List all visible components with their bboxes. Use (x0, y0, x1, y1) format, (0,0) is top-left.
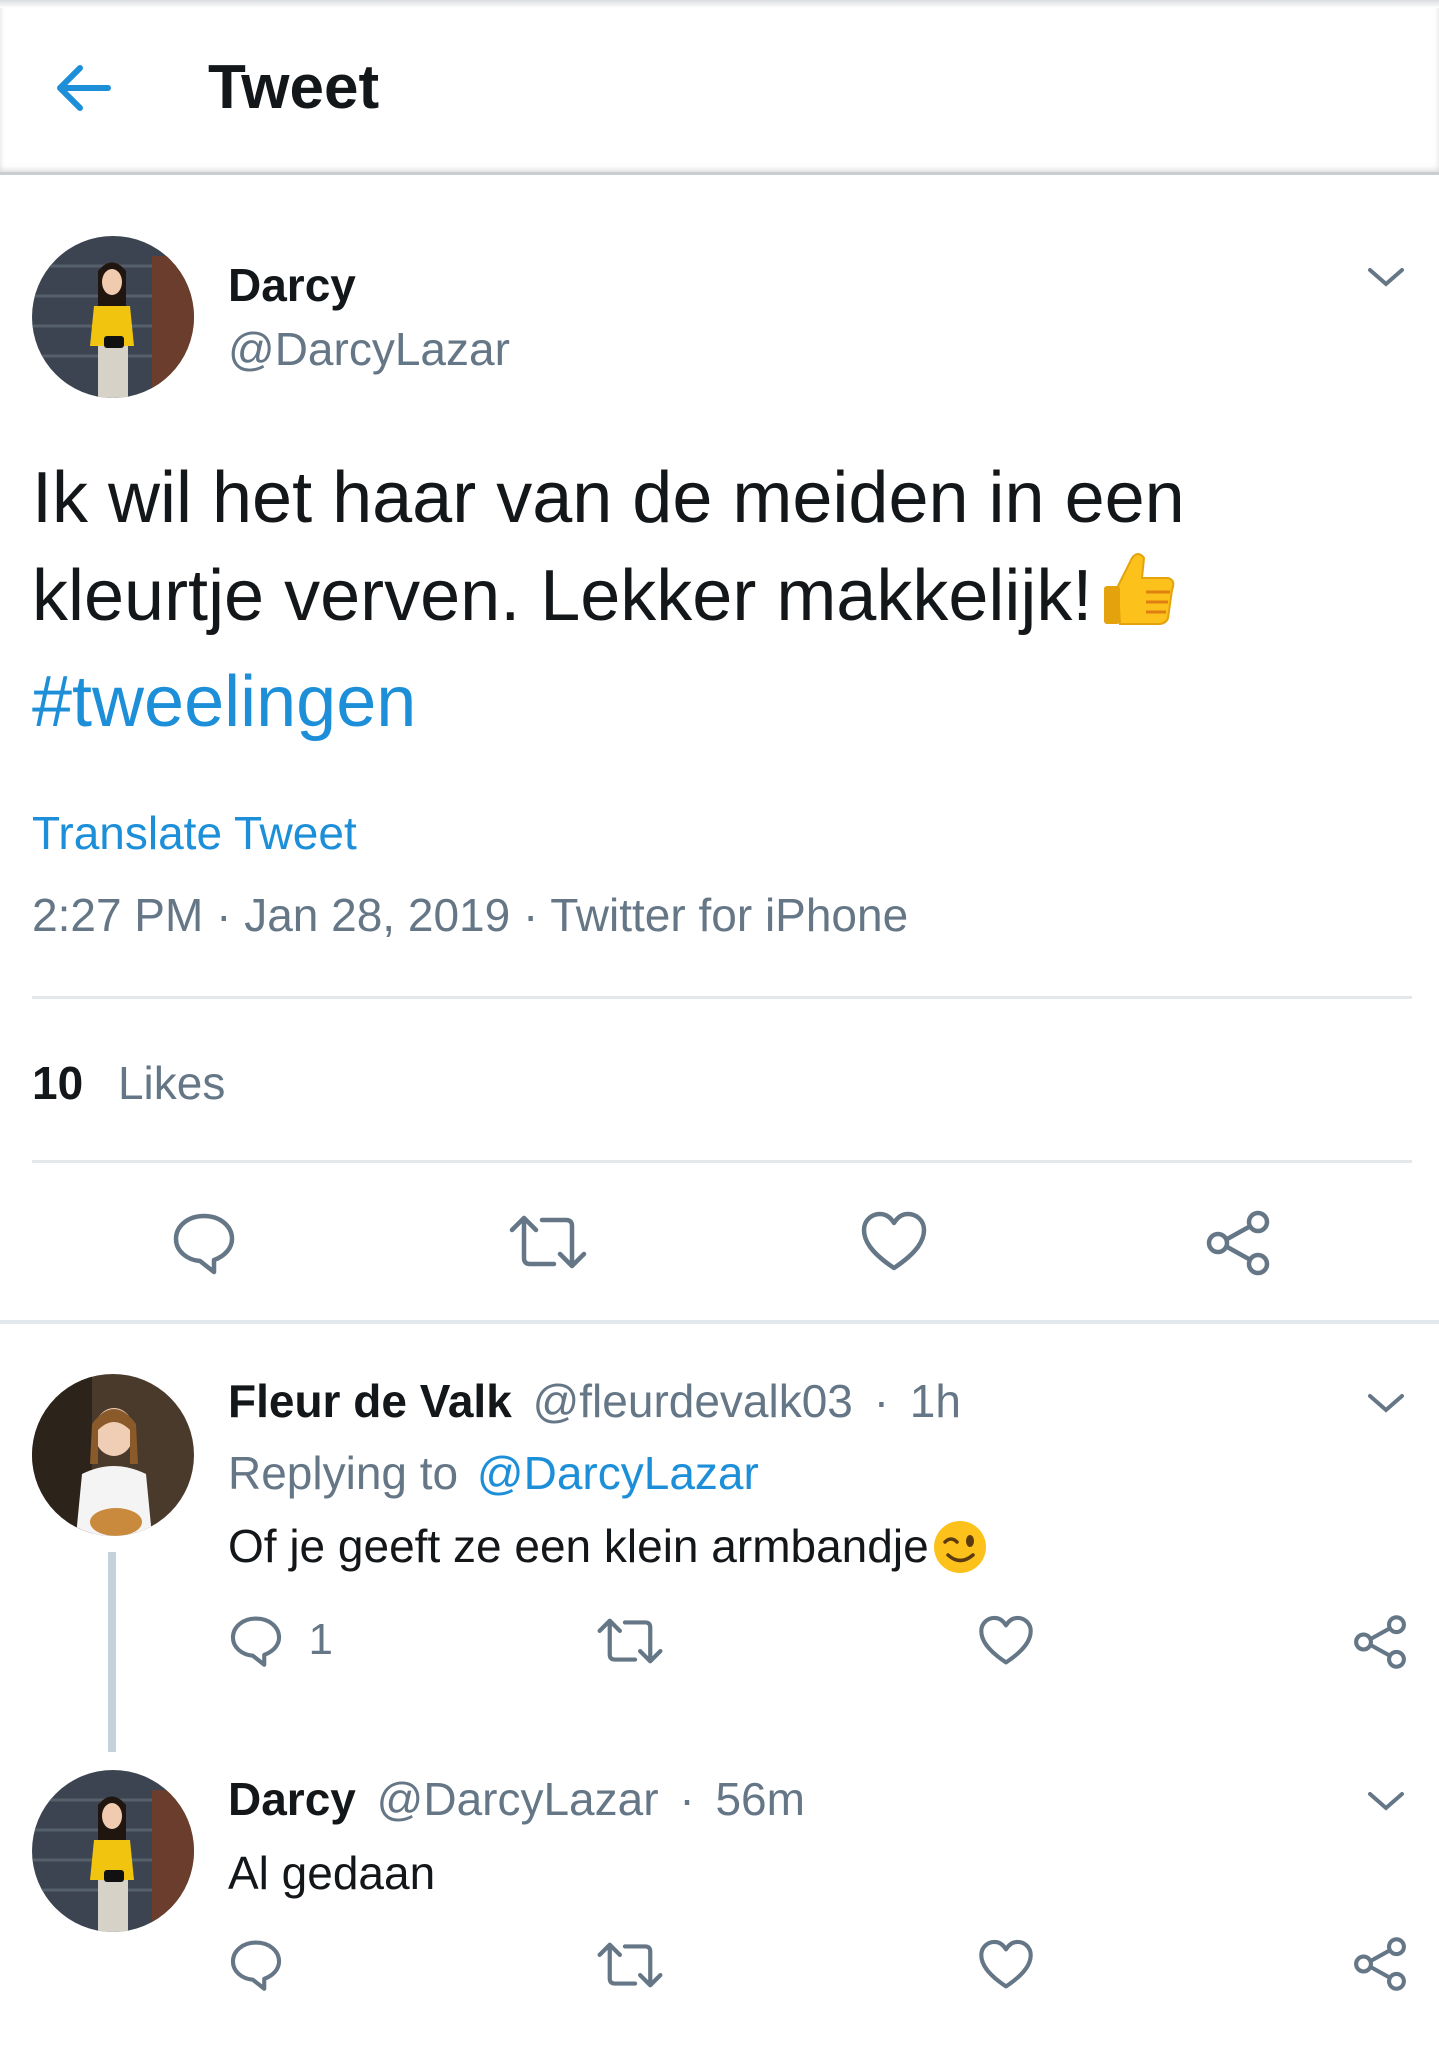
reply-text: Al gedaan (228, 1847, 436, 1899)
like-icon[interactable] (860, 1210, 928, 1274)
tweet-text-line1: Ik wil het haar van de meiden in een (32, 458, 1185, 538)
divider (32, 1160, 1412, 1163)
thread-line (108, 1552, 116, 1752)
tweet-meta: 2:27 PM · Jan 28, 2019 · Twitter for iPh… (32, 889, 909, 941)
translate-tweet-link[interactable]: Translate Tweet (32, 806, 357, 860)
replying-prefix: Replying to (228, 1447, 459, 1499)
tweet-text: Ik wil het haar van de meiden in een kle… (32, 450, 1412, 750)
reply-header: Darcy @DarcyLazar · 56m (228, 1772, 805, 1826)
reply-author-name[interactable]: Fleur de Valk (228, 1375, 512, 1427)
tweet-text-line2-text: kleurtje verven. Lekker makkelijk! (32, 556, 1093, 636)
share-icon[interactable] (1352, 1936, 1408, 1992)
likes-stat[interactable]: 10 Likes (32, 1056, 225, 1110)
reply-text: Of je geeft ze een klein armbandje (228, 1518, 989, 1587)
avatar[interactable] (32, 1770, 194, 1932)
avatar[interactable] (32, 236, 194, 398)
back-arrow-icon[interactable] (48, 58, 118, 118)
separator-dot: · (873, 1375, 890, 1427)
retweet-icon[interactable] (596, 1938, 664, 1992)
reply-author-handle[interactable]: @DarcyLazar (377, 1773, 659, 1825)
reply-icon[interactable] (228, 1936, 284, 1992)
reply-time: 56m (715, 1773, 805, 1825)
replying-to-link[interactable]: @DarcyLazar (477, 1447, 759, 1499)
separator-dot: · (679, 1773, 695, 1825)
page-title: Tweet (208, 53, 380, 122)
author-name[interactable]: Darcy (228, 258, 356, 312)
likes-count: 10 (32, 1057, 84, 1109)
share-icon[interactable] (1352, 1614, 1408, 1670)
thumbs-up-emoji (1098, 546, 1182, 654)
reply-text-body: Of je geeft ze een klein armbandje (228, 1520, 929, 1572)
reply-action[interactable]: 1 (228, 1612, 333, 1668)
chevron-down-icon[interactable] (1364, 1786, 1408, 1816)
tweet-text-line2: kleurtje verven. Lekker makkelijk! (32, 546, 1412, 654)
section-divider (0, 1320, 1439, 1324)
reply-author-name[interactable]: Darcy (228, 1773, 356, 1825)
reply-header: Fleur de Valk @fleurdevalk03 · 1h (228, 1374, 961, 1428)
chevron-down-icon[interactable] (1364, 1388, 1408, 1418)
chevron-down-icon[interactable] (1364, 262, 1408, 292)
retweet-icon[interactable] (508, 1210, 588, 1274)
reply-icon[interactable] (170, 1208, 238, 1276)
share-icon[interactable] (1204, 1210, 1272, 1276)
author-handle[interactable]: @DarcyLazar (228, 322, 510, 376)
reply-author-handle[interactable]: @fleurdevalk03 (533, 1375, 853, 1427)
reply-time: 1h (909, 1375, 961, 1427)
likes-label: Likes (117, 1057, 226, 1109)
divider (32, 996, 1412, 999)
hashtag-link[interactable]: #tweelingen (32, 654, 1412, 750)
avatar[interactable] (32, 1374, 194, 1536)
like-icon[interactable] (978, 1938, 1034, 1992)
wink-emoji (931, 1518, 989, 1587)
like-icon[interactable] (978, 1614, 1034, 1668)
reply-icon (230, 1616, 282, 1667)
top-shadow (0, 0, 1439, 8)
retweet-icon[interactable] (596, 1614, 664, 1668)
replying-to: Replying to @DarcyLazar (228, 1446, 759, 1500)
reply-count: 1 (308, 1615, 333, 1664)
